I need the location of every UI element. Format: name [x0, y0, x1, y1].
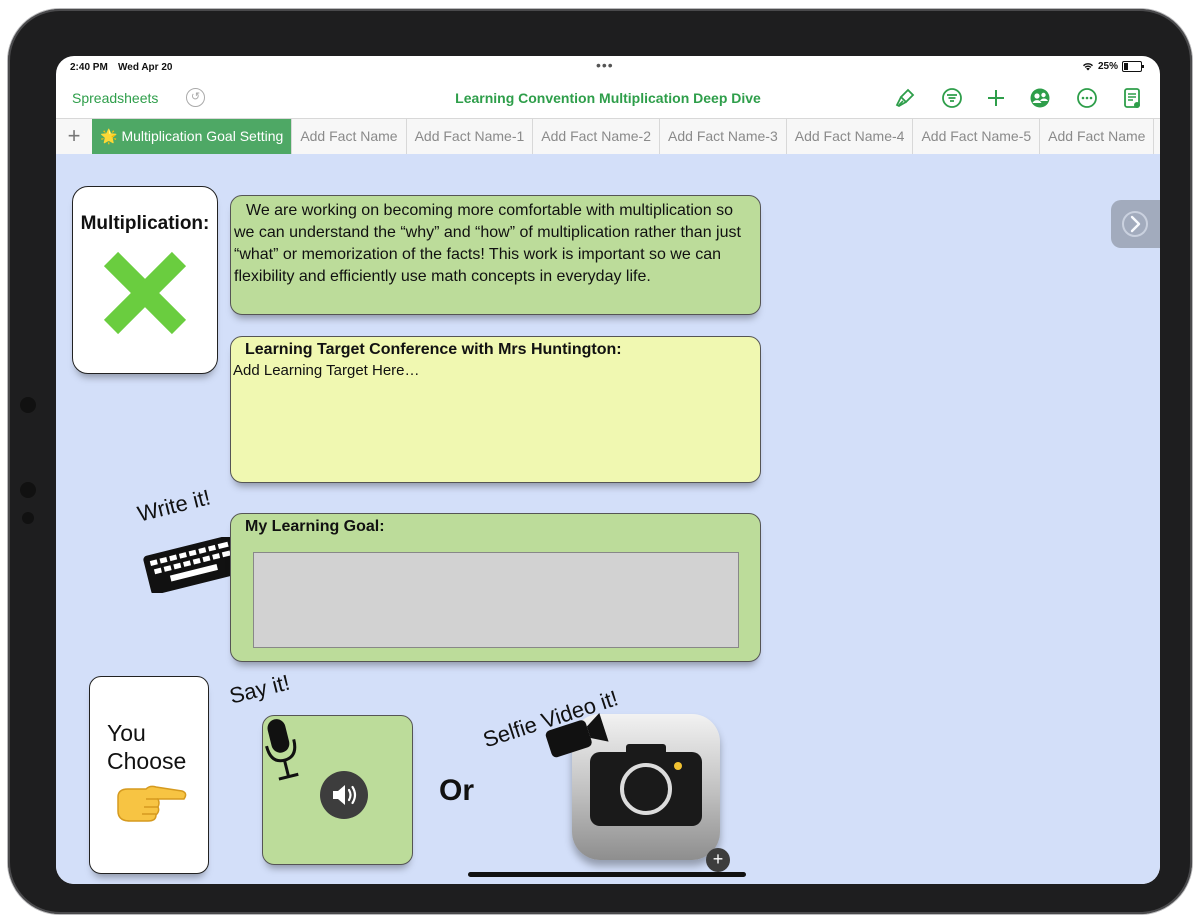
- collaborate-icon[interactable]: [1029, 87, 1051, 109]
- pointing-hand-icon: [117, 785, 187, 822]
- camera-dot: [20, 397, 36, 413]
- keyboard-icon: [143, 537, 241, 593]
- you-choose-card[interactable]: You Choose: [89, 676, 209, 874]
- learning-goal-box: My Learning Goal:: [230, 513, 761, 662]
- tab-multiplication-goal-setting[interactable]: 🌟 Multiplication Goal Setting: [92, 119, 293, 154]
- multitask-dots[interactable]: •••: [596, 57, 614, 73]
- sheet-tab-bar: + 🌟 Multiplication Goal Setting Add Fact …: [56, 118, 1160, 155]
- write-it-label: Write it!: [134, 484, 213, 527]
- battery-icon: [1122, 61, 1144, 72]
- multiply-x-icon: [103, 251, 187, 335]
- chevron-right-icon: [1122, 211, 1148, 237]
- next-page-button[interactable]: [1111, 200, 1160, 248]
- add-icon[interactable]: [985, 87, 1007, 109]
- or-label: Or: [439, 774, 475, 807]
- multiplication-title: Multiplication:: [80, 213, 210, 234]
- info-text: We are working on becoming more comforta…: [234, 202, 741, 285]
- tab-add-fact-name-3[interactable]: Add Fact Name-3: [660, 119, 787, 154]
- add-media-button[interactable]: +: [706, 848, 730, 872]
- battery-percent: 25%: [1097, 61, 1118, 72]
- tab-add-fact-name-5[interactable]: Add Fact Name-5: [913, 119, 1041, 154]
- sensor-dot: [22, 512, 34, 524]
- star-icon: 🌟: [100, 128, 118, 144]
- status-right: 25%: [1082, 61, 1144, 72]
- speaker-icon: [333, 785, 357, 805]
- format-brush-icon[interactable]: [894, 87, 916, 109]
- more-icon[interactable]: [1076, 87, 1098, 109]
- learning-goal-input[interactable]: [253, 552, 739, 648]
- status-bar: 2:40 PM Wed Apr 20 ••• 25%: [56, 56, 1160, 78]
- tab-add-fact-name-4[interactable]: Add Fact Name-4: [787, 119, 914, 154]
- say-it-label: Say it!: [226, 669, 293, 709]
- wifi-icon: [1082, 63, 1093, 71]
- learning-goal-title: My Learning Goal:: [245, 518, 385, 535]
- add-sheet-button[interactable]: +: [56, 119, 93, 154]
- screen: 2:40 PM Wed Apr 20 ••• 25% Spreadsheets …: [56, 56, 1160, 884]
- camera-dot: [20, 482, 36, 498]
- status-time: 2:40 PM: [70, 62, 108, 73]
- learning-target-box[interactable]: Learning Target Conference with Mrs Hunt…: [230, 336, 761, 483]
- microphone-icon: [265, 719, 299, 781]
- tab-add-fact-name-2[interactable]: Add Fact Name-2: [533, 119, 661, 154]
- document-icon[interactable]: [1121, 87, 1143, 109]
- learning-target-placeholder[interactable]: Add Learning Target Here…: [233, 362, 420, 379]
- tab-add-fact-name[interactable]: Add Fact Name: [292, 119, 407, 154]
- you-choose-label: You Choose: [107, 720, 187, 774]
- home-indicator[interactable]: [468, 872, 746, 877]
- tab-label: Multiplication Goal Setting: [121, 128, 284, 144]
- tab-add-fact-name-6[interactable]: Add Fact Name: [1040, 119, 1155, 154]
- multiplication-card[interactable]: Multiplication:: [72, 186, 218, 374]
- status-date: Wed Apr 20: [118, 62, 173, 73]
- info-text-box[interactable]: We are working on becoming more comforta…: [230, 195, 761, 315]
- sheet-canvas: Multiplication: We are working on becomi…: [56, 154, 1160, 884]
- toolbar: Spreadsheets ↺ Learning Convention Multi…: [56, 78, 1160, 118]
- sheet-tabs: 🌟 Multiplication Goal Setting Add Fact Na…: [92, 119, 1155, 154]
- ipad-frame: 2:40 PM Wed Apr 20 ••• 25% Spreadsheets …: [8, 9, 1192, 914]
- learning-target-title: Learning Target Conference with Mrs Hunt…: [245, 341, 622, 358]
- video-camera-icon: [545, 713, 609, 758]
- tab-add-fact-name-1[interactable]: Add Fact Name-1: [407, 119, 534, 154]
- filter-icon[interactable]: [941, 87, 963, 109]
- speaker-button[interactable]: [320, 771, 368, 819]
